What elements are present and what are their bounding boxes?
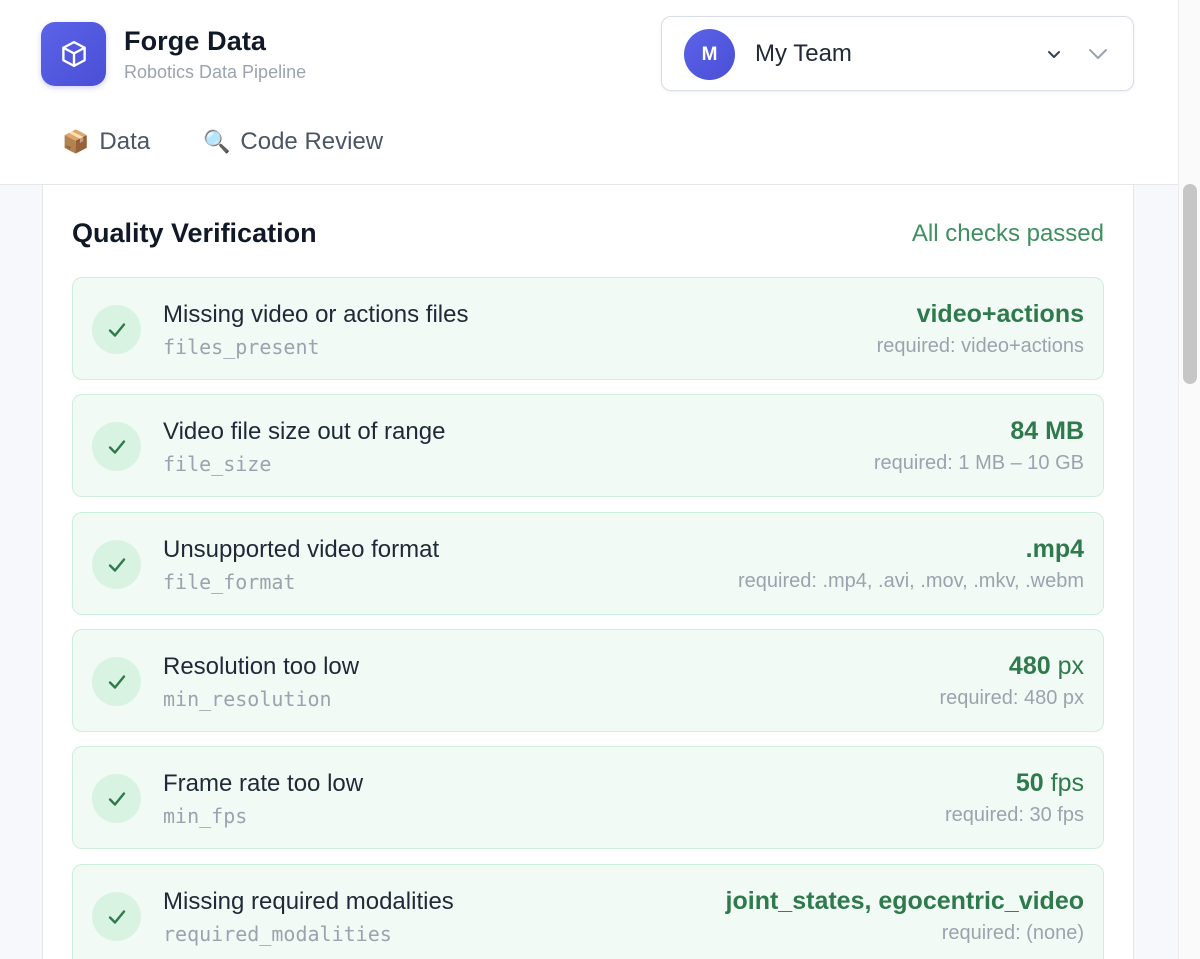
tab-code-review[interactable]: 🔍 Code Review bbox=[203, 126, 383, 158]
check-label: Missing video or actions files bbox=[163, 301, 469, 328]
check-row[interactable]: Missing video or actions files files_pre… bbox=[72, 277, 1104, 380]
check-icon bbox=[92, 892, 141, 941]
check-required: required: 30 fps bbox=[945, 804, 1084, 826]
check-label: Frame rate too low bbox=[163, 770, 364, 797]
value-number: 50 bbox=[1015, 769, 1044, 797]
check-icon bbox=[92, 305, 141, 354]
check-key: files_present bbox=[163, 335, 320, 359]
value-number: .mp4 bbox=[1025, 535, 1084, 563]
check-value: joint_states, egocentric_video bbox=[726, 887, 1084, 916]
check-label: Video file size out of range bbox=[163, 418, 446, 445]
brand-title: Forge Data bbox=[124, 26, 267, 56]
tab-data[interactable]: 📦 Data bbox=[62, 126, 150, 158]
check-icon bbox=[92, 657, 141, 706]
tab-label: Code Review bbox=[240, 128, 384, 155]
team-name: My Team bbox=[755, 40, 852, 67]
check-key: file_size bbox=[163, 452, 272, 476]
section-title: Quality Verification bbox=[72, 218, 317, 248]
check-value: 50 fps bbox=[1016, 769, 1084, 798]
magnifier-icon: 🔍 bbox=[203, 129, 231, 155]
chevron-down-icon bbox=[1048, 51, 1060, 58]
check-value: video+actions bbox=[917, 300, 1084, 329]
check-key: min_resolution bbox=[163, 687, 332, 711]
check-key: min_fps bbox=[163, 804, 248, 828]
value-number: 480 bbox=[1008, 652, 1051, 680]
scrollbar-track[interactable] bbox=[1178, 0, 1200, 959]
check-label: Resolution too low bbox=[163, 653, 360, 680]
package-icon: 📦 bbox=[62, 129, 90, 155]
check-required: required: .mp4, .avi, .mov, .mkv, .webm bbox=[737, 570, 1084, 592]
check-value: .mp4 bbox=[1026, 535, 1084, 564]
check-required: required: 1 MB – 10 GB bbox=[873, 452, 1084, 474]
status-badge: All checks passed bbox=[911, 220, 1104, 247]
check-row[interactable]: Missing required modalities required_mod… bbox=[72, 864, 1104, 959]
app-header: Forge Data Robotics Data Pipeline M My T… bbox=[0, 0, 1178, 185]
check-row[interactable]: Resolution too low min_resolution 480 px… bbox=[72, 629, 1104, 732]
logo[interactable] bbox=[41, 22, 106, 86]
scrollbar-thumb[interactable] bbox=[1183, 184, 1197, 384]
value-number: 84 MB bbox=[1010, 417, 1084, 445]
check-key: file_format bbox=[163, 570, 296, 594]
check-icon bbox=[92, 540, 141, 589]
team-selector[interactable]: M My Team bbox=[661, 16, 1134, 91]
check-value: 84 MB bbox=[1010, 417, 1084, 446]
check-icon bbox=[92, 422, 141, 471]
check-icon bbox=[92, 774, 141, 823]
value-number: video+actions bbox=[916, 300, 1084, 328]
cube-icon bbox=[61, 40, 86, 68]
check-row[interactable]: Unsupported video format file_format .mp… bbox=[72, 512, 1104, 615]
value-unit: fps bbox=[1050, 769, 1084, 797]
check-required: required: (none) bbox=[941, 922, 1084, 944]
check-value: 480 px bbox=[1009, 652, 1084, 681]
value-unit: px bbox=[1057, 652, 1084, 680]
check-required: required: 480 px bbox=[939, 687, 1084, 709]
brand-subtitle: Robotics Data Pipeline bbox=[124, 62, 307, 82]
value-number: joint_states, egocentric_video bbox=[725, 887, 1084, 915]
check-label: Missing required modalities bbox=[163, 888, 454, 915]
check-row[interactable]: Video file size out of range file_size 8… bbox=[72, 394, 1104, 497]
check-required: required: video+actions bbox=[876, 335, 1084, 357]
check-key: required_modalities bbox=[163, 922, 392, 946]
check-row[interactable]: Frame rate too low min_fps 50 fps requir… bbox=[72, 746, 1104, 849]
tab-label: Data bbox=[99, 128, 151, 155]
check-label: Unsupported video format bbox=[163, 536, 440, 563]
avatar: M bbox=[684, 29, 735, 80]
chevron-down-icon bbox=[1089, 49, 1107, 59]
